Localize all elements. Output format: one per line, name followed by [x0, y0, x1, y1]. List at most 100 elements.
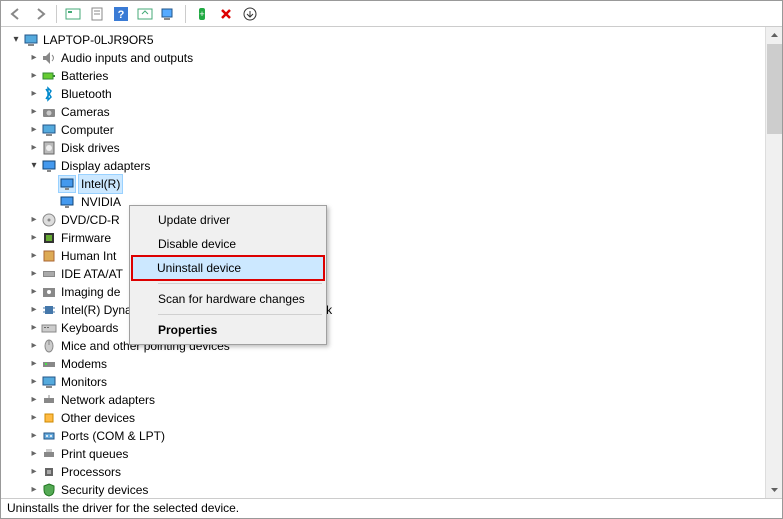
- menu-item[interactable]: Update driver: [132, 208, 324, 232]
- chevron-right-icon[interactable]: ▸: [27, 409, 41, 427]
- chevron-right-icon[interactable]: ▸: [27, 463, 41, 481]
- scrollbar[interactable]: [765, 27, 782, 498]
- category-node[interactable]: ▸Intel(R) Dynamic Platform and Thermal F…: [5, 301, 765, 319]
- category-node[interactable]: ▸Cameras: [5, 103, 765, 121]
- help-button[interactable]: ?: [110, 3, 132, 25]
- chevron-right-icon[interactable]: ▸: [27, 427, 41, 445]
- svg-text:?: ?: [118, 9, 125, 21]
- chevron-right-icon[interactable]: ▸: [27, 229, 41, 247]
- menu-item[interactable]: Scan for hardware changes: [132, 287, 324, 311]
- category-node[interactable]: ▸IDE ATA/AT: [5, 265, 765, 283]
- toolbar-separator: [185, 5, 186, 23]
- chevron-right-icon[interactable]: ▸: [27, 445, 41, 463]
- status-text: Uninstalls the driver for the selected d…: [7, 501, 239, 515]
- chevron-right-icon[interactable]: ▸: [27, 103, 41, 121]
- category-node[interactable]: ▸ Print queues: [5, 445, 765, 463]
- menu-item-label: Scan for hardware changes: [158, 292, 305, 306]
- update-button[interactable]: [134, 3, 156, 25]
- menu-separator: [158, 314, 322, 315]
- back-button[interactable]: [5, 3, 27, 25]
- category-node[interactable]: ▾ Display adapters: [5, 157, 765, 175]
- category-label: Display adapters: [61, 157, 150, 175]
- chevron-right-icon[interactable]: ▸: [27, 391, 41, 409]
- chevron-down-icon[interactable]: ▾: [9, 31, 23, 49]
- keyboard-icon: [41, 320, 57, 336]
- scroll-up-button[interactable]: [766, 27, 783, 44]
- computer-icon: [23, 32, 39, 48]
- chevron-right-icon[interactable]: ▸: [27, 355, 41, 373]
- chevron-right-icon[interactable]: ▸: [27, 139, 41, 157]
- chevron-right-icon[interactable]: ▸: [27, 247, 41, 265]
- chevron-right-icon[interactable]: ▸: [27, 301, 41, 319]
- category-label: Ports (COM & LPT): [61, 427, 165, 445]
- chevron-right-icon[interactable]: ▸: [27, 373, 41, 391]
- category-node[interactable]: ▸Disk drives: [5, 139, 765, 157]
- category-node[interactable]: ▸ Ports (COM & LPT): [5, 427, 765, 445]
- category-label: Security devices: [61, 481, 148, 498]
- category-label: Keyboards: [61, 319, 118, 337]
- chevron-right-icon[interactable]: ▸: [27, 319, 41, 337]
- category-node[interactable]: ▸Bluetooth: [5, 85, 765, 103]
- show-hidden-button[interactable]: [62, 3, 84, 25]
- menu-item[interactable]: Uninstall device: [131, 255, 325, 281]
- computer-icon: [41, 122, 57, 138]
- tree-root[interactable]: ▾LAPTOP-0LJR9OR5: [5, 31, 765, 49]
- chevron-right-icon[interactable]: ▸: [27, 265, 41, 283]
- add-legacy-button[interactable]: +: [191, 3, 213, 25]
- scroll-down-button[interactable]: [766, 481, 783, 498]
- category-label: Monitors: [61, 373, 107, 391]
- category-node[interactable]: ▸ Computer: [5, 121, 765, 139]
- chevron-down-icon[interactable]: ▾: [27, 157, 41, 175]
- device-tree[interactable]: ▾LAPTOP-0LJR9OR5▸Audio inputs and output…: [1, 27, 765, 498]
- down-button[interactable]: [239, 3, 261, 25]
- imaging-icon: [41, 284, 57, 300]
- remove-button[interactable]: [215, 3, 237, 25]
- menu-item[interactable]: Properties: [132, 318, 324, 342]
- menu-item-label: Properties: [158, 323, 217, 337]
- category-node[interactable]: ▸ Human Int: [5, 247, 765, 265]
- category-node[interactable]: ▸ Security devices: [5, 481, 765, 498]
- other-icon: [41, 410, 57, 426]
- category-label: Processors: [61, 463, 121, 481]
- monitor-icon: [41, 374, 57, 390]
- chevron-right-icon[interactable]: ▸: [27, 211, 41, 229]
- scan-button[interactable]: [158, 3, 180, 25]
- device-node[interactable]: Intel(R): [5, 175, 765, 193]
- category-node[interactable]: ▸ Audio inputs and outputs: [5, 49, 765, 67]
- category-node[interactable]: ▸ Monitors: [5, 373, 765, 391]
- chevron-right-icon[interactable]: ▸: [27, 85, 41, 103]
- category-node[interactable]: ▸Mice and other pointing devices: [5, 337, 765, 355]
- device-node[interactable]: NVIDIA: [5, 193, 765, 211]
- device-label: Intel(R): [79, 175, 122, 193]
- forward-button[interactable]: [29, 3, 51, 25]
- menu-item[interactable]: Disable device: [132, 232, 324, 256]
- category-node[interactable]: ▸Batteries: [5, 67, 765, 85]
- category-label: Computer: [61, 121, 114, 139]
- category-label: Print queues: [61, 445, 128, 463]
- category-node[interactable]: ▸ Keyboards: [5, 319, 765, 337]
- menu-item-label: Disable device: [158, 237, 236, 251]
- security-icon: [41, 482, 57, 498]
- category-label: Human Int: [61, 247, 116, 265]
- category-label: Imaging de: [61, 283, 120, 301]
- category-node[interactable]: ▸ Processors: [5, 463, 765, 481]
- main-area: ▾LAPTOP-0LJR9OR5▸Audio inputs and output…: [1, 27, 782, 498]
- chevron-right-icon[interactable]: ▸: [27, 283, 41, 301]
- category-node[interactable]: ▸ Imaging de: [5, 283, 765, 301]
- display-icon: [41, 158, 57, 174]
- category-node[interactable]: ▸Network adapters: [5, 391, 765, 409]
- scrollbar-thumb[interactable]: [767, 44, 782, 134]
- category-label: Audio inputs and outputs: [61, 49, 193, 67]
- category-node[interactable]: ▸Firmware: [5, 229, 765, 247]
- category-node[interactable]: ▸DVD/CD-R: [5, 211, 765, 229]
- printer-icon: [41, 446, 57, 462]
- chevron-right-icon[interactable]: ▸: [27, 49, 41, 67]
- category-node[interactable]: ▸Other devices: [5, 409, 765, 427]
- chevron-right-icon[interactable]: ▸: [27, 67, 41, 85]
- chevron-right-icon[interactable]: ▸: [27, 337, 41, 355]
- category-node[interactable]: ▸Modems: [5, 355, 765, 373]
- properties-button[interactable]: [86, 3, 108, 25]
- chevron-right-icon[interactable]: ▸: [27, 481, 41, 498]
- chevron-right-icon[interactable]: ▸: [27, 121, 41, 139]
- display-icon: [59, 194, 75, 210]
